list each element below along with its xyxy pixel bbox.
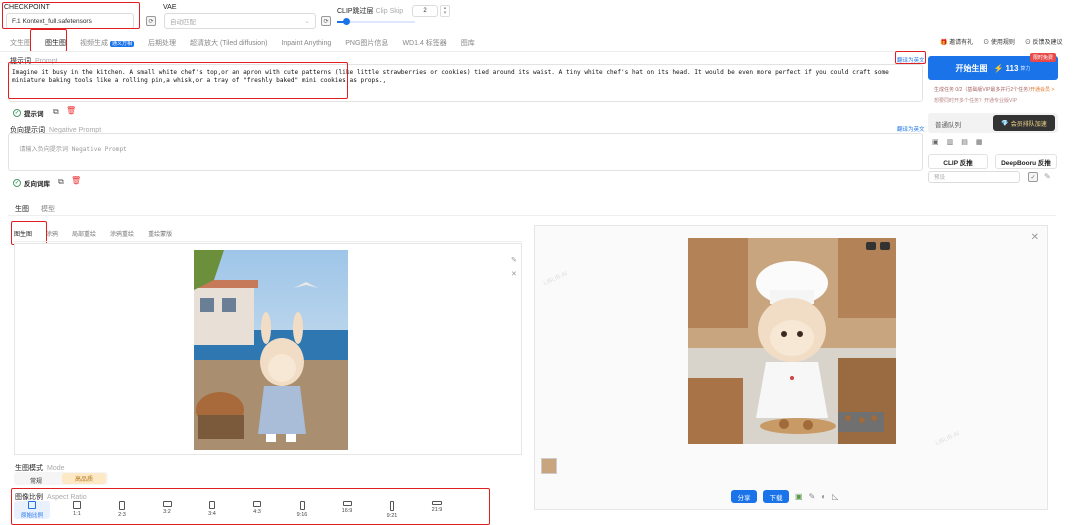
apply-icon[interactable]: ✓ bbox=[1028, 172, 1038, 182]
tab-badge: 通义万相 bbox=[110, 41, 135, 47]
tag-icon: ✓ bbox=[13, 179, 21, 187]
preset-select[interactable]: 预设 bbox=[928, 171, 1020, 183]
mode-hq[interactable]: 高品质 bbox=[62, 473, 106, 484]
checkpoint-value: F.1 Kontext_full.safetensors bbox=[12, 17, 92, 25]
copy-icon[interactable]: ⧉ bbox=[58, 177, 64, 187]
clip-label: CLIP跳过层 Clip Skip bbox=[337, 8, 404, 15]
clip-slider-handle[interactable] bbox=[343, 18, 350, 25]
imgtab-sketch[interactable]: 涂鸦 bbox=[46, 229, 58, 238]
queue-normal[interactable]: 普通队列 bbox=[935, 119, 961, 129]
limited-badge: 限时免费 bbox=[1030, 53, 1057, 62]
delete-icon[interactable]: ▥ bbox=[947, 138, 954, 146]
ratio-options: 原始比例 1:1 2:3 3:2 3:4 4:3 9:16 16:9 9:21 … bbox=[14, 501, 455, 519]
deepbooru-button[interactable]: DeepBooru 反推 bbox=[995, 154, 1057, 169]
vae-value: 自动匹配 bbox=[170, 19, 196, 26]
clip-stepper[interactable]: ▴ ▾ bbox=[440, 5, 450, 17]
input-image-panel[interactable]: ✎ ✕ bbox=[14, 243, 522, 455]
ruler-icon[interactable]: ◺ bbox=[832, 492, 838, 501]
img-tabs: 图生图 涂鸦 局部重绘 涂鸦重绘 重绘蒙版 bbox=[14, 229, 172, 238]
ratio-9-16[interactable]: 9:16 bbox=[284, 501, 320, 519]
tag-icon: ✓ bbox=[13, 109, 21, 117]
chevron-down-icon: ⌄ bbox=[304, 18, 310, 25]
sub-text: 想要同时开多个任务？开通专业版VIP bbox=[934, 98, 1018, 104]
close-icon[interactable]: ✕ bbox=[511, 270, 517, 278]
queue-vip[interactable]: 💎 会员排队加速 bbox=[993, 115, 1055, 131]
ratio-2-3[interactable]: 2:3 bbox=[104, 501, 140, 519]
subtab-generate[interactable]: 生图 bbox=[15, 204, 29, 214]
feedback-link[interactable]: ⊙ 反馈及建议 bbox=[1025, 37, 1063, 46]
result-panel: ✕ LIBLIB.AI LIBLIB.AI 分享 下载 ▣ ✎ ◐ ◺ bbox=[534, 225, 1048, 510]
trash-icon[interactable]: 🗑 bbox=[71, 176, 81, 185]
wrench-icon[interactable]: ✎ bbox=[809, 492, 816, 501]
image-icon[interactable]: ▣ bbox=[795, 492, 803, 501]
watermark-text: LIBLIB.AI bbox=[934, 430, 961, 448]
imgtab-inpaint[interactable]: 局部重绘 bbox=[72, 229, 96, 238]
edit-icon[interactable]: ✎ bbox=[1044, 172, 1051, 181]
task-text: 生成任务 0/2（基础版VIP最多并行2个任务） bbox=[934, 87, 1034, 93]
clip-slider-track[interactable] bbox=[337, 18, 415, 25]
lightning-icon: ⚡ bbox=[993, 63, 1004, 73]
ratio-21-9[interactable]: 21:9 bbox=[419, 501, 455, 519]
refresh-vae-icon[interactable]: ⟳ bbox=[321, 16, 331, 26]
tab-upscale[interactable]: 超清放大 (Tiled diffusion) bbox=[190, 38, 267, 48]
tab-img2img[interactable]: 图生图 bbox=[45, 38, 66, 48]
checkpoint-select[interactable]: F.1 Kontext_full.safetensors bbox=[6, 13, 134, 29]
ratio-original[interactable]: 原始比例 bbox=[14, 501, 50, 519]
sub-tabs: 生图 模型 bbox=[15, 204, 55, 214]
prompt-tags-button[interactable]: ✓ 提示词 bbox=[13, 108, 44, 118]
copy-icon[interactable]: ⧉ bbox=[53, 107, 59, 117]
tab-video[interactable]: 视频生成 通义万相 bbox=[80, 38, 135, 48]
tab-txt2img[interactable]: 文生图 bbox=[10, 38, 31, 48]
folder-icon[interactable]: ▦ bbox=[976, 138, 983, 146]
vae-label: VAE bbox=[163, 4, 177, 11]
save-icon[interactable]: ▤ bbox=[961, 138, 968, 146]
ratio-4-3[interactable]: 4:3 bbox=[239, 501, 275, 519]
prompt-textarea[interactable]: Imagine it busy in the kitchen. A small … bbox=[8, 64, 923, 102]
tab-png-info[interactable]: PNG图片信息 bbox=[345, 38, 388, 48]
result-image bbox=[688, 238, 896, 444]
clip-value-input[interactable]: 2 bbox=[412, 5, 438, 17]
imgtab-inpaint-sketch[interactable]: 涂鸦重绘 bbox=[110, 229, 134, 238]
vae-select[interactable]: 自动匹配 ⌄ bbox=[164, 13, 316, 29]
close-icon[interactable]: ✕ bbox=[1031, 232, 1039, 243]
prompt-translate-link[interactable]: 翻译为英文 bbox=[897, 56, 925, 64]
ratio-9-21[interactable]: 9:21 bbox=[374, 501, 410, 519]
trash-icon[interactable]: 🗑 bbox=[66, 106, 76, 115]
result-thumbnail[interactable] bbox=[541, 458, 557, 474]
imgtab-inpaint-mask[interactable]: 重绘蒙版 bbox=[148, 229, 172, 238]
input-image bbox=[194, 250, 348, 450]
tab-gallery[interactable]: 图库 bbox=[461, 38, 475, 48]
negative-translate-link[interactable]: 翻译为英文 bbox=[897, 125, 925, 133]
ratio-16-9[interactable]: 16:9 bbox=[329, 501, 365, 519]
pencil-icon[interactable]: ✎ bbox=[511, 256, 517, 264]
task-link[interactable]: 开通会员 > bbox=[1030, 86, 1054, 93]
rules-link[interactable]: ⊙ 使用规则 bbox=[983, 37, 1015, 46]
checkpoint-label: CHECKPOINT bbox=[4, 4, 50, 11]
tab-wd-tagger[interactable]: WD1.4 标签器 bbox=[402, 38, 446, 48]
ratio-3-4[interactable]: 3:4 bbox=[194, 501, 230, 519]
refresh-icon[interactable]: ⟳ bbox=[146, 16, 156, 26]
right-links: 🎁 邀请有礼 ⊙ 使用规则 ⊙ 反馈及建议 bbox=[940, 37, 1063, 46]
negative-placeholder: 请输入负向提示词 Negative Prompt bbox=[19, 146, 127, 153]
negative-textarea[interactable]: 请输入负向提示词 Negative Prompt bbox=[8, 133, 923, 171]
result-actions: 分享 下载 ▣ ✎ ◐ ◺ bbox=[731, 490, 838, 503]
ratio-1-1[interactable]: 1:1 bbox=[59, 501, 95, 519]
ratio-3-2[interactable]: 3:2 bbox=[149, 501, 185, 519]
palette-icon[interactable]: ◐ bbox=[821, 492, 826, 501]
negative-tags-button[interactable]: ✓ 反向词库 bbox=[13, 178, 50, 188]
download-button[interactable]: 下载 bbox=[763, 490, 789, 503]
watermark-text: LIBLIB.AI bbox=[542, 270, 569, 288]
share-button[interactable]: 分享 bbox=[731, 490, 757, 503]
mode-normal[interactable]: 常规 bbox=[30, 476, 42, 485]
clip-interrogate-button[interactable]: CLIP 反推 bbox=[928, 154, 988, 169]
subtab-model[interactable]: 模型 bbox=[41, 204, 55, 214]
right-tools: ▣ ▥ ▤ ▦ bbox=[932, 138, 983, 146]
diamond-icon: 💎 bbox=[1001, 120, 1009, 127]
gift-link[interactable]: 🎁 邀请有礼 bbox=[940, 37, 973, 46]
imgtab-img2img[interactable]: 图生图 bbox=[14, 229, 32, 238]
camera-icon[interactable]: ▣ bbox=[932, 138, 939, 146]
tab-postprocess[interactable]: 后期处理 bbox=[148, 38, 176, 48]
main-tabs: 文生图 图生图 视频生成 通义万相 后期处理 超清放大 (Tiled diffus… bbox=[10, 38, 475, 48]
tab-inpaint-anything[interactable]: Inpaint Anything bbox=[281, 40, 331, 47]
